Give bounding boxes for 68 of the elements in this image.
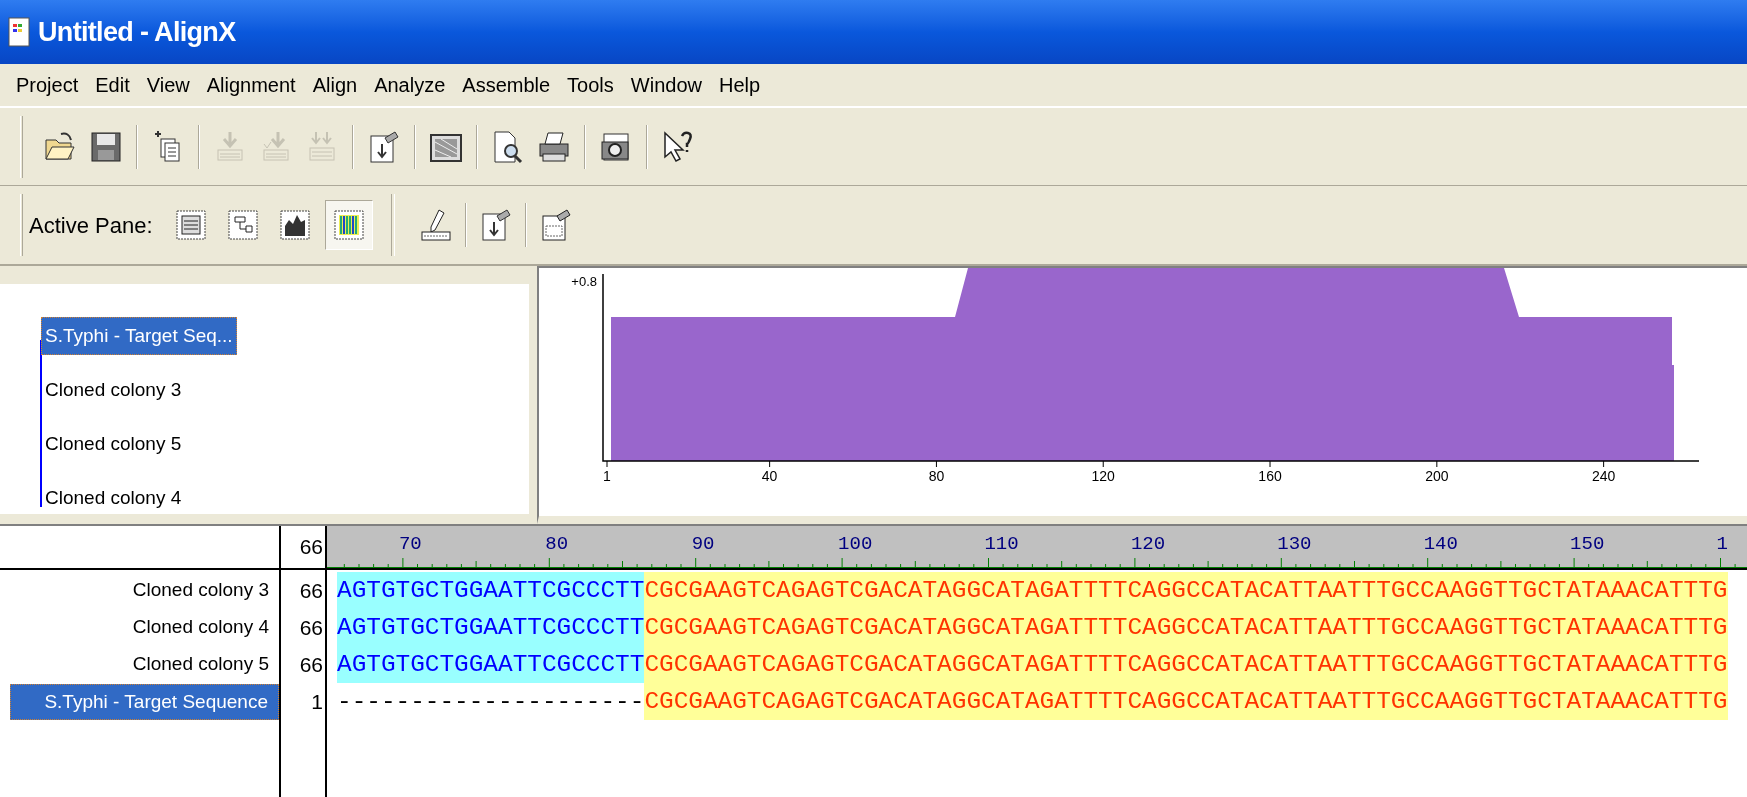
tree-item[interactable]: Cloned colony 3 — [41, 371, 186, 409]
tree-item[interactable]: S.Typhi - Target Seq... — [41, 317, 237, 355]
sequence-name[interactable]: S.Typhi - Target Sequence — [10, 683, 279, 720]
menu-item[interactable]: Alignment — [206, 70, 296, 100]
menu-item[interactable]: View — [146, 70, 190, 100]
color-grid-icon — [331, 208, 366, 242]
pane-toggle-button[interactable] — [324, 200, 373, 250]
menu-item[interactable]: Project — [16, 70, 79, 100]
axis-tick — [1269, 460, 1271, 468]
menu-item[interactable]: Assemble — [462, 70, 551, 100]
sequence-segment: AGTGTGCTGGAATTCGCCCTT — [337, 609, 645, 646]
menu-item[interactable]: Window — [630, 70, 702, 100]
ruler-label: 130 — [1277, 532, 1312, 557]
start-position: 66 — [299, 651, 323, 678]
axis-tick-label: 240 — [1591, 468, 1616, 484]
window-title: Untitled - AlignX — [38, 15, 236, 49]
ruler-label: 120 — [1130, 532, 1166, 557]
sequence-segment: CGCGAAGTCAGAGTCGACATAGGCATAGATTTTCAGGCCATACATTAATTTGCCAAGGTTGCTATAAACATTTG — [644, 683, 1728, 720]
axis-tick-label: 160 — [1258, 468, 1282, 484]
tree-item[interactable]: Cloned colony 5 — [41, 425, 186, 463]
sequence-segment: CGCGAAGTCAGAGTCGACATAGGCATAGATTTTCAGGCCATACATTAATTTGCCAAGGTTGCTATAAACATTTG — [644, 646, 1728, 683]
tree-icon — [225, 208, 260, 242]
start-position: 66 — [299, 614, 323, 641]
axis-tick — [606, 460, 608, 468]
sequence-segment: CGCGAAGTCAGAGTCGACATAGGCATAGATTTTCAGGCCATACATTAATTTGCCAAGGTTGCTATAAACATTTG — [644, 572, 1728, 609]
axis-tick-label: 80 — [928, 468, 945, 484]
ruler-label: 90 — [691, 532, 715, 557]
magnifier-icon — [491, 129, 525, 164]
sequence-segment: AGTGTGCTGGAATTCGCCCTT — [337, 646, 645, 683]
ruler-label: 150 — [1570, 532, 1605, 557]
menu-item[interactable]: Edit — [95, 70, 130, 100]
sequence-segment: AGTGTGCTGGAATTCGCCCTT — [337, 572, 645, 609]
axis-tick-label: 1 — [603, 468, 611, 484]
ruler-label: 70 — [398, 532, 422, 557]
ruler-label: 140 — [1423, 532, 1458, 557]
ruler-label: 80 — [545, 532, 569, 557]
axis-tick — [1603, 460, 1605, 468]
tree-item[interactable]: Cloned colony 4 — [41, 479, 186, 517]
menu-item[interactable]: Tools — [567, 70, 614, 100]
axis-tick — [1436, 460, 1438, 468]
axis-tick-label: 120 — [1091, 468, 1115, 484]
active-pane-label: Active Pane: — [29, 211, 153, 240]
start-position: 66 — [299, 534, 323, 561]
axis-tick — [1102, 460, 1104, 468]
start-position: 66 — [299, 577, 323, 604]
axis-tick-label: 200 — [1425, 468, 1449, 484]
menu-item[interactable]: Analyze — [374, 70, 446, 100]
axis-tick-label: +0.8 — [571, 274, 597, 289]
axis-tick — [769, 460, 771, 468]
axis-tick-label: 40 — [761, 468, 778, 484]
sequence-name[interactable]: Cloned colony 3 — [132, 572, 279, 609]
ruler-label: 1 — [1716, 532, 1728, 557]
document-icon — [8, 17, 30, 47]
sequence-name[interactable]: Cloned colony 5 — [132, 646, 279, 683]
start-position: 1 — [311, 688, 323, 715]
sequence-segment: CGCGAAGTCAGAGTCGACATAGGCATAGATTTTCAGGCCATACATTAATTTGCCAAGGTTGCTATAAACATTTG — [644, 609, 1728, 646]
document-arrow-icon — [367, 129, 401, 164]
list-icon — [173, 208, 208, 242]
pointer-question-icon — [661, 129, 695, 164]
pencil-icon — [418, 208, 453, 242]
axis-tick — [935, 460, 937, 468]
menu-item[interactable]: Help — [718, 70, 761, 100]
printer-icon — [537, 129, 571, 164]
menu-item[interactable]: Align — [312, 70, 358, 100]
chart-icon — [277, 208, 312, 242]
ruler-label: 100 — [838, 532, 873, 557]
ruler-label: 110 — [984, 532, 1019, 557]
sequence-name[interactable]: Cloned colony 4 — [132, 609, 279, 646]
